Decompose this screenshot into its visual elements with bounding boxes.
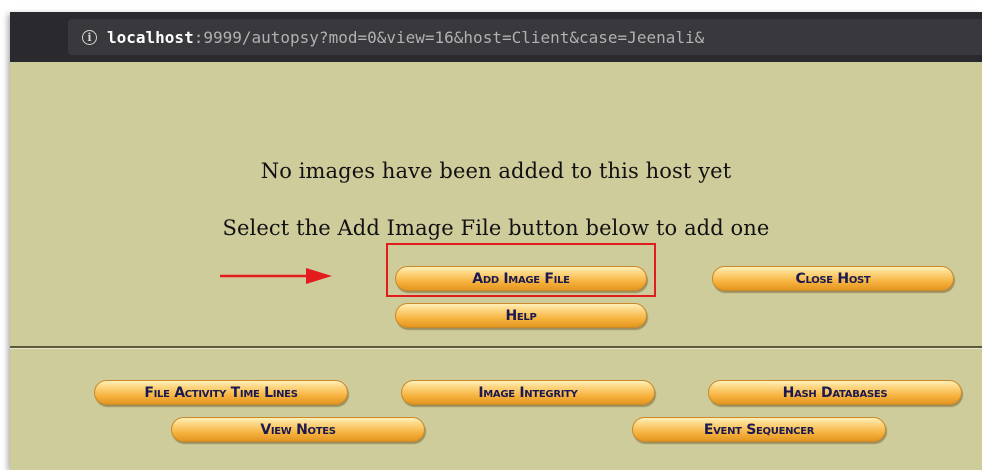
browser-toolbar: i localhost:9999/autopsy?mod=0&view=16&h… bbox=[10, 12, 982, 62]
url-path: :9999/autopsy?mod=0&view=16&host=Client&… bbox=[193, 27, 705, 47]
address-bar[interactable]: i localhost:9999/autopsy?mod=0&view=16&h… bbox=[68, 19, 982, 55]
close-host-button[interactable]: Close Host bbox=[712, 266, 954, 291]
help-button[interactable]: Help bbox=[395, 303, 647, 328]
hash-databases-button[interactable]: Hash Databases bbox=[708, 380, 962, 405]
view-notes-button[interactable]: View Notes bbox=[171, 417, 425, 442]
add-image-file-button[interactable]: Add Image File bbox=[395, 266, 647, 291]
add-image-instruction: Select the Add Image File button below t… bbox=[222, 216, 770, 240]
image-integrity-button[interactable]: Image Integrity bbox=[401, 380, 655, 405]
no-images-message: No images have been added to this host y… bbox=[260, 159, 732, 183]
browser-window: i localhost:9999/autopsy?mod=0&view=16&h… bbox=[10, 12, 982, 470]
info-icon[interactable]: i bbox=[82, 29, 97, 45]
url-host: localhost bbox=[107, 27, 194, 47]
event-sequencer-button[interactable]: Event Sequencer bbox=[632, 417, 886, 442]
section-divider bbox=[10, 346, 982, 349]
file-activity-time-lines-button[interactable]: File Activity Time Lines bbox=[94, 380, 348, 405]
red-arrow-icon bbox=[220, 268, 332, 284]
